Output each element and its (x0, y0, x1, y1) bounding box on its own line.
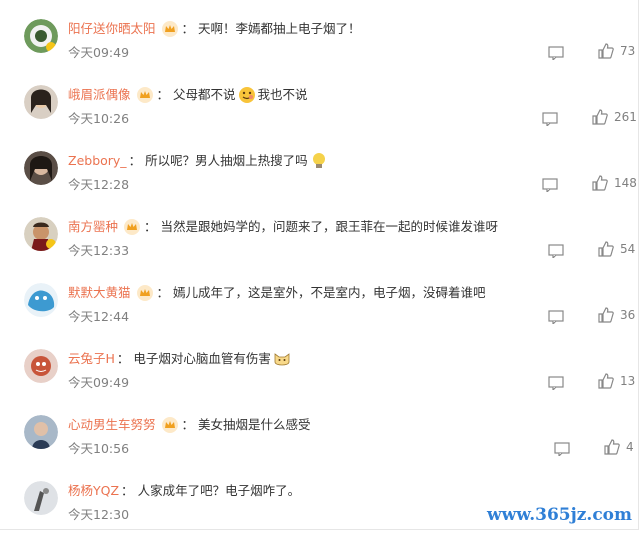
comment-line: 南方罂种 ： 当然是跟她妈学的，问题来了，跟王菲在一起的时候谁发谁呀 (68, 217, 498, 237)
avatar[interactable] (24, 283, 58, 317)
like-button[interactable]: 13 (598, 373, 635, 389)
comment-text: 天啊！李嫣都抽上电子烟了！ (198, 21, 361, 36)
comment-item: 峨眉派偶像 ： 父母都不说 我也不说 今天10:26 261 (0, 85, 640, 151)
comment-item: 心动男生车努努 ： 美女抽烟是什么感受 今天10:56 4 (0, 415, 640, 481)
avatar[interactable] (24, 19, 58, 53)
comment-text: 所以呢？男人抽烟上热搜了吗 (145, 153, 308, 168)
like-count: 54 (620, 242, 636, 256)
avatar[interactable] (24, 217, 58, 251)
avatar[interactable] (24, 481, 58, 515)
timestamp: 今天12:44 (68, 309, 130, 324)
comment-line: 阳仔送你晒太阳 ： 天啊！李嫣都抽上电子烟了！ (68, 19, 361, 39)
timestamp: 今天12:28 (68, 177, 130, 192)
comment-item: Zebbory_ ： 所以呢？男人抽烟上热搜了吗 今天12:28 148 (0, 151, 640, 217)
username[interactable]: 云兔子H (68, 349, 115, 369)
comment-list: 阳仔送你晒太阳 ： 天啊！李嫣都抽上电子烟了！ 今天09:49 73 峨眉派偶像… (0, 0, 639, 530)
thumbs-up-icon (592, 175, 608, 191)
comment-text: 人家成年了吧？电子烟咋了。 (137, 483, 301, 498)
comment-text: 美女抽烟是什么感受 (198, 417, 311, 432)
comment-line: 杨杨YQZ ： 人家成年了吧？电子烟咋了。 (68, 481, 300, 501)
crown-badge-icon (136, 87, 153, 103)
username[interactable]: 杨杨YQZ (68, 481, 119, 501)
like-button[interactable]: 54 (598, 241, 635, 257)
like-count: 4 (626, 440, 634, 454)
like-button[interactable]: 73 (598, 43, 635, 59)
thumbs-up-icon (598, 307, 614, 323)
avatar[interactable] (24, 415, 58, 449)
comment-text: 当然是跟她妈学的，问题来了，跟王菲在一起的时候谁发谁呀 (160, 219, 499, 234)
reply-icon[interactable] (542, 177, 558, 194)
reply-icon[interactable] (554, 441, 570, 458)
thumbs-up-icon (598, 43, 614, 59)
timestamp: 今天09:49 (68, 45, 130, 60)
thumbs-up-icon (598, 373, 614, 389)
like-count: 261 (614, 110, 637, 124)
comment-line: 心动男生车努努 ： 美女抽烟是什么感受 (68, 415, 311, 435)
comment-line: 默默大黄猫 ： 嫣儿成年了，这是室外，不是室内，电子烟，没碍着谁吧 (68, 283, 486, 303)
avatar[interactable] (24, 151, 58, 185)
like-button[interactable]: 148 (592, 175, 637, 191)
crown-badge-icon (124, 219, 141, 235)
light-bulb-emoji-icon (310, 152, 328, 170)
thumbs-up-icon (598, 241, 614, 257)
comment-line: Zebbory_ ： 所以呢？男人抽烟上热搜了吗 (68, 151, 330, 171)
crown-badge-icon (161, 417, 178, 433)
timestamp: 今天12:30 (68, 507, 130, 522)
like-button[interactable]: 36 (598, 307, 635, 323)
reply-icon[interactable] (548, 45, 564, 62)
avatar[interactable] (24, 349, 58, 383)
comment-text: 电子烟对心脑血管有伤害 (133, 351, 271, 366)
comment-item: 默默大黄猫 ： 嫣儿成年了，这是室外，不是室内，电子烟，没碍着谁吧 今天12:4… (0, 283, 640, 349)
cat-face-emoji-icon (273, 350, 291, 368)
crown-badge-icon (136, 285, 153, 301)
username[interactable]: 心动男生车努努 (68, 415, 156, 435)
like-count: 36 (620, 308, 636, 322)
comment-line: 云兔子H ： 电子烟对心脑血管有伤害 (68, 349, 293, 369)
crown-badge-icon (161, 21, 178, 37)
like-count: 13 (620, 374, 636, 388)
site-watermark: www.365jz.com (487, 505, 632, 525)
username[interactable]: 峨眉派偶像 (68, 85, 131, 105)
comment-text: 父母都不说 (173, 87, 236, 102)
like-button[interactable]: 261 (592, 109, 637, 125)
comment-text: 嫣儿成年了，这是室外，不是室内，电子烟，没碍着谁吧 (173, 285, 486, 300)
username[interactable]: Zebbory_ (68, 151, 127, 171)
timestamp: 今天12:33 (68, 243, 130, 258)
timestamp: 今天10:56 (68, 441, 130, 456)
reply-icon[interactable] (548, 375, 564, 392)
comment-item: 南方罂种 ： 当然是跟她妈学的，问题来了，跟王菲在一起的时候谁发谁呀 今天12:… (0, 217, 640, 283)
username[interactable]: 南方罂种 (68, 217, 118, 237)
username[interactable]: 阳仔送你晒太阳 (68, 19, 156, 39)
thumbs-up-icon (604, 439, 620, 455)
comment-item: 云兔子H ： 电子烟对心脑血管有伤害 今天09:49 13 (0, 349, 640, 415)
reply-icon[interactable] (548, 243, 564, 260)
username[interactable]: 默默大黄猫 (68, 283, 131, 303)
avatar[interactable] (24, 85, 58, 119)
like-count: 148 (614, 176, 637, 190)
timestamp: 今天09:49 (68, 375, 130, 390)
reply-icon[interactable] (542, 111, 558, 128)
timestamp: 今天10:26 (68, 111, 130, 126)
like-count: 73 (620, 44, 636, 58)
comment-item: 阳仔送你晒太阳 ： 天啊！李嫣都抽上电子烟了！ 今天09:49 73 (0, 19, 640, 85)
reply-icon[interactable] (548, 309, 564, 326)
like-button[interactable]: 4 (604, 439, 634, 455)
comment-text-2: 我也不说 (257, 87, 308, 102)
smirk-face-emoji-icon (238, 86, 256, 104)
comment-line: 峨眉派偶像 ： 父母都不说 我也不说 (68, 85, 308, 105)
thumbs-up-icon (592, 109, 608, 125)
